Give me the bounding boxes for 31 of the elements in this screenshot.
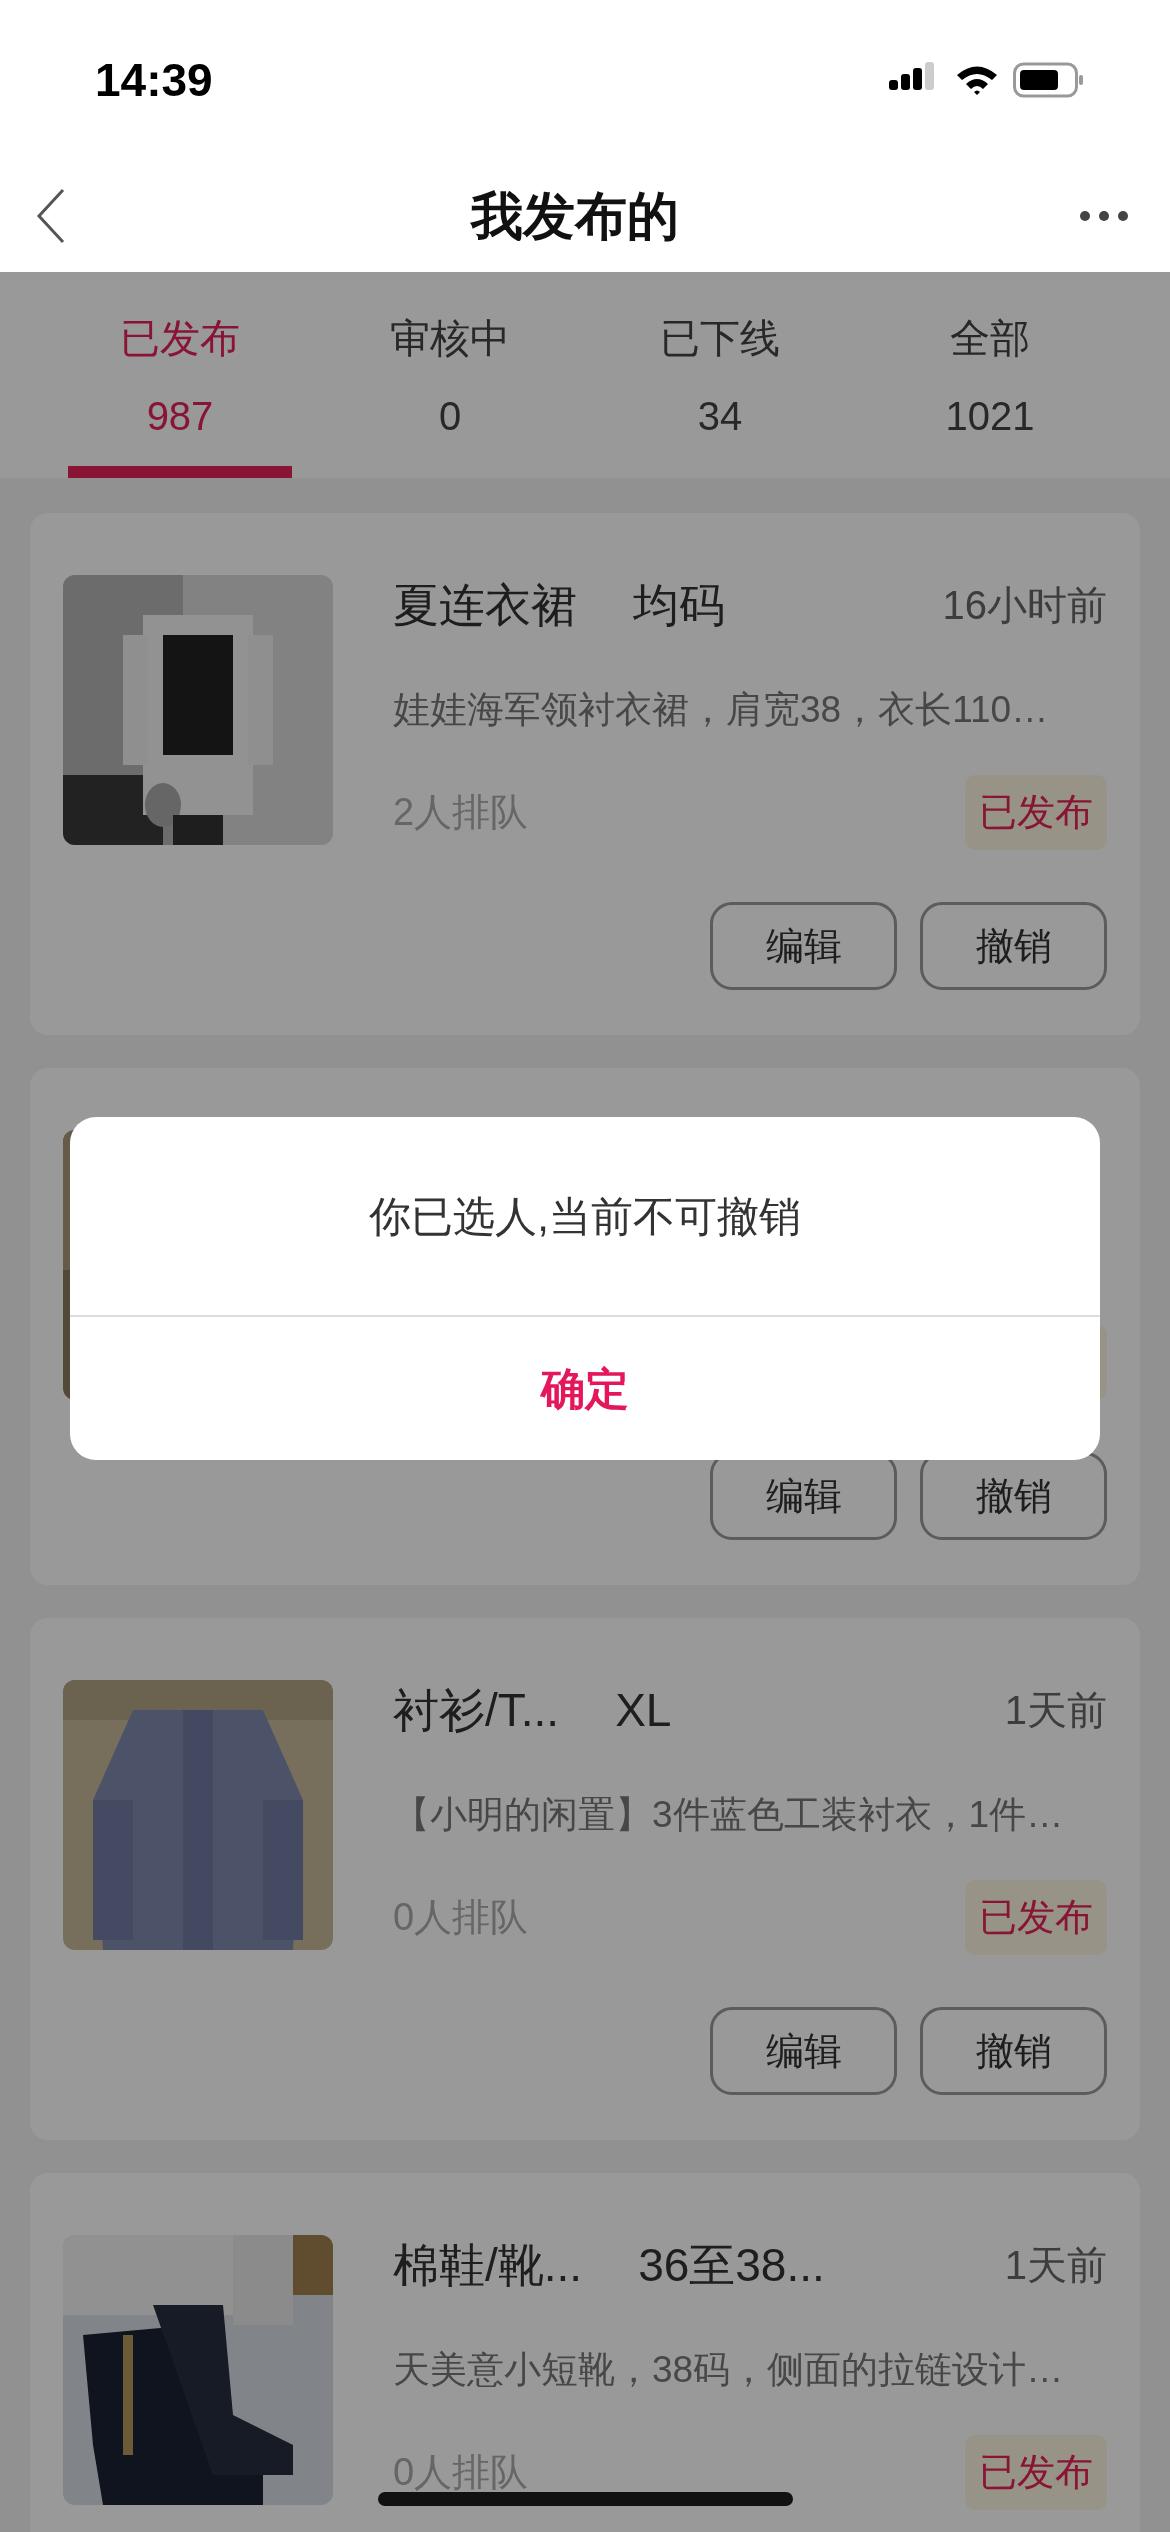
item-title: 夏连衣裙 <box>393 577 577 633</box>
posted-time: 1天前 <box>1004 1687 1107 1734</box>
item-title: 棉鞋/靴... <box>393 2237 583 2293</box>
more-icon <box>1079 210 1129 222</box>
action-button[interactable]: 编辑 <box>710 2007 897 2095</box>
item-description: 【小明的闲置】3件蓝色工装衬衣，1件… <box>393 1793 1065 1837</box>
item-title: 衬衫/T... <box>393 1682 560 1738</box>
status-badge: 已发布 <box>965 775 1107 850</box>
battery-icon <box>1013 62 1085 98</box>
item-size: 均码 <box>633 577 725 633</box>
action-button[interactable]: 编辑 <box>710 902 897 990</box>
action-button[interactable]: 撤销 <box>920 1452 1107 1540</box>
status-badge: 已发布 <box>965 2435 1107 2510</box>
status-time: 14:39 <box>95 52 213 108</box>
page-title: 我发布的 <box>471 186 679 247</box>
status-tab[interactable]: 审核中 0 <box>315 272 585 478</box>
status-tab[interactable]: 全部 1021 <box>855 272 1125 478</box>
item-size: XL <box>615 1682 672 1738</box>
action-button[interactable]: 撤销 <box>920 902 1107 990</box>
item-size: 36至38... <box>638 2237 825 2293</box>
item-description: 天美意小短靴，38码，侧面的拉链设计… <box>393 2348 1065 2392</box>
posted-time: 16小时前 <box>942 582 1107 629</box>
posted-time: 1天前 <box>1004 2242 1107 2289</box>
status-tab[interactable]: 已下线 34 <box>585 272 855 478</box>
status-badge: 已发布 <box>965 1880 1107 1955</box>
action-button[interactable]: 撤销 <box>920 2007 1107 2095</box>
wifi-icon <box>955 64 999 96</box>
back-icon <box>36 188 66 244</box>
item-description: 娃娃海军领衬衣裙，肩宽38，衣长110… <box>393 688 1050 732</box>
status-tab[interactable]: 已发布 987 <box>45 272 315 478</box>
dialog-message: 你已选人,当前不可撤销 <box>369 1191 801 1242</box>
